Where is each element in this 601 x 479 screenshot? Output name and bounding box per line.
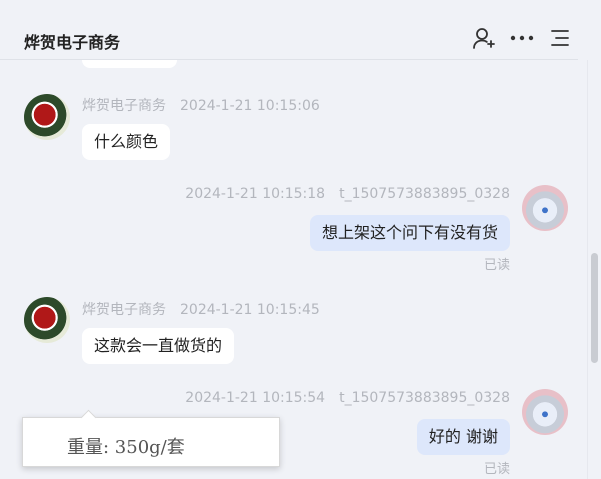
message-time: 2024-1-21 10:15:45	[180, 302, 320, 318]
user-avatar[interactable]	[522, 185, 568, 231]
add-contact-icon[interactable]	[472, 26, 496, 50]
product-tooltip: 重量: 350g/套	[22, 417, 280, 467]
message-bubble[interactable]: 这款会一直做货的	[82, 328, 235, 364]
more-icon[interactable]	[510, 26, 534, 50]
sender-name: t_1507573883895_0328	[339, 186, 510, 202]
scrollbar-thumb[interactable]	[591, 253, 598, 363]
header-actions	[472, 26, 572, 50]
message-meta: 烨贺电子商务 2024-1-21 10:15:06	[82, 95, 320, 115]
sender-name: 烨贺电子商务	[82, 98, 166, 114]
message-meta: 2024-1-21 10:15:18 t_1507573883895_0328	[185, 186, 510, 202]
shop-avatar[interactable]	[24, 297, 70, 343]
message-bubble[interactable]: 想上架这个问下有没有货	[309, 215, 510, 251]
scrollbar-track[interactable]	[587, 60, 601, 479]
menu-icon[interactable]	[548, 26, 572, 50]
message-bubble[interactable]: 什么颜色	[82, 124, 171, 160]
message-bubble[interactable]: 好的 谢谢	[416, 419, 510, 455]
chat-title: 烨贺电子商务	[24, 33, 121, 52]
sender-name: 烨贺电子商务	[82, 302, 166, 318]
read-status: 已读	[483, 258, 510, 273]
sender-name: t_1507573883895_0328	[339, 390, 510, 406]
message-meta: 烨贺电子商务 2024-1-21 10:15:45	[82, 299, 320, 319]
chat-header: 烨贺电子商务	[0, 0, 578, 60]
read-status: 已读	[483, 462, 510, 477]
message-meta: 2024-1-21 10:15:54 t_1507573883895_0328	[185, 390, 510, 406]
tooltip-text: 重量: 350g/套	[67, 437, 185, 458]
message-time: 2024-1-21 10:15:54	[185, 390, 326, 406]
previous-message-bubble	[82, 60, 177, 68]
user-avatar[interactable]	[522, 389, 568, 435]
message-time: 2024-1-21 10:15:18	[185, 186, 326, 202]
shop-avatar[interactable]	[24, 94, 70, 140]
message-time: 2024-1-21 10:15:06	[180, 98, 320, 114]
